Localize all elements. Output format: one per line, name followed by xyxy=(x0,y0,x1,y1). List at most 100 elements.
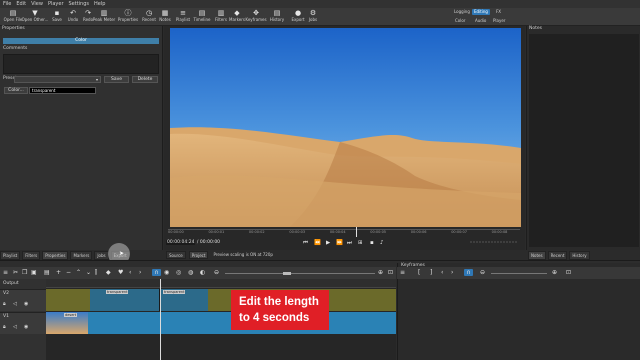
menu-file[interactable]: File xyxy=(3,0,11,8)
grid-icon[interactable]: ▪ xyxy=(370,240,374,246)
layout-color[interactable]: Color xyxy=(453,18,467,24)
clip-v1[interactable]: desert xyxy=(46,312,396,334)
add-icon[interactable]: + xyxy=(56,269,61,276)
rewind-icon[interactable]: ⏪ xyxy=(314,240,321,246)
menu-icon[interactable]: ≡ xyxy=(400,269,405,276)
tab-jobs[interactable]: Jobs xyxy=(94,251,109,260)
timeline-playhead[interactable] xyxy=(160,279,161,360)
mute-icon[interactable]: ◁ xyxy=(13,301,17,307)
layout-audio[interactable]: Audio xyxy=(473,18,488,24)
toolbar-button-label: History xyxy=(269,17,285,22)
notes-text-area[interactable] xyxy=(529,34,639,247)
snap-icon[interactable]: ∩ xyxy=(464,269,473,276)
tab-notes[interactable]: Notes xyxy=(528,251,546,260)
ruler-tick-label: 00:00:08 xyxy=(491,230,508,234)
zoom-out-icon[interactable]: ⊖ xyxy=(214,269,219,276)
menu-view[interactable]: View xyxy=(31,0,43,8)
scrub-icon[interactable]: ◉ xyxy=(164,269,169,276)
paste-icon[interactable]: ▣ xyxy=(31,269,37,276)
preset-delete-button[interactable]: Delete xyxy=(132,76,158,83)
preset-save-button[interactable]: Save xyxy=(104,76,129,83)
zoom-icon[interactable]: ⊞ xyxy=(358,240,363,246)
chevron-down-icon: ▾ xyxy=(95,77,98,82)
zoom-in-icon[interactable]: ⊕ xyxy=(378,269,383,276)
tab-markers[interactable]: Markers xyxy=(70,251,93,260)
timeline-zoom-slider[interactable] xyxy=(225,272,375,275)
menu-help[interactable]: Help xyxy=(94,0,105,8)
zoom-out-icon[interactable]: ⊖ xyxy=(480,269,485,276)
menu-edit[interactable]: Edit xyxy=(16,0,26,8)
track-header-v2[interactable]: V2 🔒︎ ◁ ◉ xyxy=(0,289,46,311)
previous-keyframe-icon[interactable]: ‹ xyxy=(441,269,443,276)
clip-v2-gap[interactable] xyxy=(46,289,90,311)
comments-field[interactable] xyxy=(3,54,159,74)
previous-marker-icon[interactable]: ‹ xyxy=(129,269,131,276)
tab-project[interactable]: Project xyxy=(188,251,209,259)
layout-player[interactable]: Player xyxy=(491,18,507,24)
callout-line-1: Edit the length xyxy=(239,296,319,308)
next-keyframe-icon[interactable]: › xyxy=(451,269,453,276)
preset-dropdown[interactable]: ▾ xyxy=(14,76,101,83)
recent-icon: ◷ xyxy=(145,9,153,17)
layout-logging[interactable]: Logging xyxy=(452,9,472,15)
player-ruler[interactable]: 00:00:00 00:00:01 00:00:02 00:00:03 00:00:04… xyxy=(168,229,520,235)
zoom-fit-icon[interactable]: ⊡ xyxy=(388,269,393,276)
append-icon[interactable]: ▤ xyxy=(44,269,50,276)
remove-icon[interactable]: − xyxy=(66,269,71,276)
trim-out-icon[interactable]: ] xyxy=(430,269,432,276)
comments-label: Comments xyxy=(3,46,28,51)
tab-recent[interactable]: Recent xyxy=(547,251,568,260)
lock-icon[interactable]: 🔒︎ xyxy=(3,301,6,307)
zoom-in-icon[interactable]: ⊕ xyxy=(552,269,557,276)
ripple-icon[interactable]: ◎ xyxy=(176,269,181,276)
skip-previous-icon[interactable]: ⏮ xyxy=(303,240,308,246)
menu-icon[interactable]: ≡ xyxy=(3,269,8,276)
copy-icon[interactable]: ❐ xyxy=(22,269,27,276)
play-icon[interactable]: ▶ xyxy=(326,240,330,246)
tab-history[interactable]: History xyxy=(569,251,590,260)
cut-icon[interactable]: ✂ xyxy=(13,269,18,276)
mute-icon[interactable]: ◁ xyxy=(13,324,17,330)
layout-fx[interactable]: FX xyxy=(494,9,503,15)
volume-icon[interactable]: ♪ xyxy=(380,240,384,246)
ruler-tick-label: 00:00:03 xyxy=(289,230,306,234)
layout-editing[interactable]: Editing xyxy=(472,9,490,15)
trim-in-icon[interactable]: [ xyxy=(418,269,420,276)
keyframes-zoom-slider[interactable] xyxy=(491,272,547,275)
fast-forward-icon[interactable]: ⏩ xyxy=(336,240,343,246)
skip-next-icon[interactable]: ⏭ xyxy=(347,240,352,246)
menu-settings[interactable]: Settings xyxy=(69,0,90,8)
toolbar-button-open-other[interactable]: ▼ Open Other... xyxy=(22,8,49,26)
zoom-fit-icon[interactable]: ⊡ xyxy=(566,269,571,276)
heart-icon[interactable]: ♥ xyxy=(118,269,123,276)
marker-icon[interactable]: ◆ xyxy=(106,269,111,276)
color-picker-button[interactable]: Color... xyxy=(4,87,28,94)
toolbar-button-peak-meter[interactable]: ▥ Peak Meter xyxy=(93,8,115,26)
lock-icon[interactable]: 🔒︎ xyxy=(3,324,6,330)
split-icon[interactable]: ⫿ xyxy=(95,269,97,276)
ruler-tick-label: 00:00:01 xyxy=(208,230,225,234)
clip-v2-b[interactable]: transparent xyxy=(159,289,207,311)
hide-icon[interactable]: ◉ xyxy=(24,301,28,307)
current-timecode[interactable]: 00:00:04:24 xyxy=(166,240,196,245)
lift-icon[interactable]: ⌃ xyxy=(76,269,81,276)
tab-properties[interactable]: Properties xyxy=(42,251,69,260)
timeline-ruler[interactable] xyxy=(46,279,396,288)
hide-icon[interactable]: ◉ xyxy=(24,324,28,330)
ripple-all-icon[interactable]: ◍ xyxy=(188,269,193,276)
toolbar-button-properties[interactable]: ⓘ Properties xyxy=(117,8,139,26)
menu-player[interactable]: Player xyxy=(48,0,64,8)
mouse-pointer-icon: ➤ xyxy=(119,250,125,257)
tab-source[interactable]: Source xyxy=(166,251,186,259)
toolbar-button-history[interactable]: ▤ History xyxy=(266,8,288,26)
player-playhead[interactable] xyxy=(356,227,357,237)
snap-icon[interactable]: ∩ xyxy=(152,269,161,276)
tab-playlist[interactable]: Playlist xyxy=(0,251,21,260)
next-marker-icon[interactable]: › xyxy=(139,269,141,276)
tab-filters[interactable]: Filters xyxy=(22,251,41,260)
toolbar-button-keyframes[interactable]: ✥ Keyframes xyxy=(245,8,267,26)
track-header-v1[interactable]: V1 🔒︎ ◁ ◉ xyxy=(0,312,46,334)
toolbar-button-jobs[interactable]: ⚙ Jobs xyxy=(302,8,324,26)
overwrite-icon[interactable]: ⌄ xyxy=(86,269,91,276)
ripple-markers-icon[interactable]: ◐ xyxy=(200,269,205,276)
